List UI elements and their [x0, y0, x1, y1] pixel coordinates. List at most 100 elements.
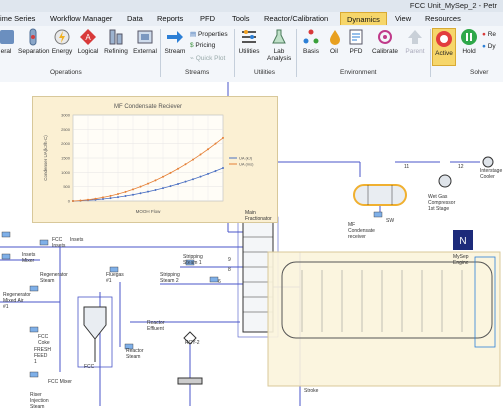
pricing-button[interactable]: $ Pricing	[190, 42, 215, 49]
data-point	[79, 199, 82, 202]
title-bar: FCC Unit_MySep_2 - Petr	[0, 0, 503, 12]
pfd-canvas[interactable]: N 0 500 1000 1500 2000 2500 3000 MF Condensate …	[0, 82, 503, 410]
data-point	[222, 167, 224, 170]
pfd-label-stripping-steam-2[interactable]: Stripping Steam 2	[160, 272, 180, 284]
general-icon	[0, 30, 14, 44]
data-point	[207, 148, 209, 151]
pfd-label-wet-gas-comp[interactable]: Wet Gas Compressor 1st Stage	[428, 194, 455, 212]
pfd-label-fcc-insets[interactable]: FCC Insets	[52, 237, 65, 249]
hold-icon	[461, 29, 477, 45]
legend-label: UA (ms)	[239, 162, 254, 167]
menu-view[interactable]: View	[395, 14, 411, 23]
pfd-label-s8[interactable]: 8	[228, 267, 231, 273]
calibrate-icon	[378, 30, 392, 44]
divider	[234, 29, 235, 77]
pfd-button[interactable]: PFD	[347, 28, 365, 55]
group-solver: Solver	[470, 69, 489, 76]
data-point	[169, 171, 172, 174]
reset-button[interactable]: ● Re	[482, 31, 496, 38]
utilities-button[interactable]: Utilities	[236, 28, 262, 55]
active-button[interactable]: Active	[432, 28, 456, 66]
data-point	[192, 178, 194, 181]
menu-pfd[interactable]: PFD	[200, 14, 215, 23]
y-tick-label: 2500	[61, 127, 71, 132]
dynamics-assistant-button[interactable]: ● Dy	[482, 43, 496, 50]
pfd-label-mf-condensate[interactable]: MF Condensate receiver	[348, 222, 375, 240]
menu-reactor[interactable]: Reactor/Calibration	[264, 14, 328, 23]
pfd-label-s11[interactable]: 11	[404, 164, 409, 170]
refining-button[interactable]: Refining	[103, 28, 129, 55]
lab-analysis-button[interactable]: Lab Analysis	[267, 28, 291, 62]
external-icon	[137, 30, 153, 44]
y-axis-label: Condenser UA(kJ/h·C)	[43, 135, 48, 181]
pfd-label-mysep-engine[interactable]: MySep Engine	[453, 254, 469, 266]
parent-button[interactable]: Parent	[404, 28, 426, 55]
pfd-label-main-fractionator[interactable]: Main Fractionator	[245, 210, 272, 222]
pfd-label-fcc-label[interactable]: FCC	[84, 364, 94, 370]
y-tick-label: 500	[63, 184, 70, 189]
oil-button[interactable]: Oil	[326, 28, 342, 55]
group-utilities: Utilities	[254, 69, 275, 76]
pfd-label-insets[interactable]: Insets	[70, 237, 83, 243]
pfd-label-reactor-effluent[interactable]: Reactor Effluent	[147, 320, 165, 332]
menu-tools[interactable]: Tools	[232, 14, 250, 23]
y-tick-label: 1000	[61, 170, 71, 175]
utilities-icon	[242, 30, 256, 43]
chart-panel[interactable]: 0 500 1000 1500 2000 2500 3000 MF Condensate Re…	[32, 96, 278, 223]
menu-reports[interactable]: Reports	[157, 14, 183, 23]
quick-plot-button[interactable]: ⌁ Quick Plot	[190, 54, 225, 62]
menu-dynamics[interactable]: Dynamics	[340, 12, 387, 25]
pfd-label-reactor-steam[interactable]: Reactor Steam	[126, 348, 144, 360]
data-point	[177, 167, 179, 170]
pfd-label-riser-injection[interactable]: Riser Injection Steam	[30, 392, 49, 410]
pfd-icon	[349, 29, 363, 45]
general-button[interactable]: eral	[0, 28, 14, 55]
pfd-label-interstage-cooler[interactable]: Interstage Cooler	[480, 168, 502, 180]
pfd-label-fcc-coke[interactable]: FCC Coke	[38, 334, 50, 346]
pfd-label-insets-mixer[interactable]: Insets Mixer	[22, 252, 35, 264]
pfd-label-regen-mixed-air[interactable]: Regenerator Mixed Air #1	[3, 292, 31, 310]
properties-button[interactable]: ▤ Properties	[190, 30, 228, 38]
pfd-label-fcc-mixer[interactable]: FCC Mixer	[48, 379, 72, 385]
menu-data[interactable]: Data	[127, 14, 143, 23]
flask-icon	[272, 29, 286, 44]
pfd-label-s9[interactable]: 9	[228, 257, 231, 263]
basis-button[interactable]: Basis	[301, 28, 321, 55]
data-point	[94, 197, 97, 200]
pfd-label-flue-gas[interactable]: Fluegas #1	[106, 272, 124, 284]
data-point	[184, 180, 187, 183]
pfd-label-s12[interactable]: 12	[458, 164, 464, 170]
external-button[interactable]: External	[132, 28, 158, 55]
pfd-label-s6[interactable]: 6	[218, 279, 221, 285]
pfd-label-sw[interactable]: SW	[386, 218, 394, 224]
refining-icon	[109, 29, 123, 45]
energy-button[interactable]: Energy	[51, 28, 73, 55]
logical-button[interactable]: A Logical	[76, 28, 100, 55]
pfd-label-stripping-steam-1[interactable]: Stripping Steam 1	[183, 254, 203, 266]
data-point	[109, 197, 112, 200]
interstage-cooler	[482, 156, 494, 168]
data-point	[132, 193, 134, 196]
menu-sim-series[interactable]: ime Series	[0, 14, 35, 23]
data-point	[214, 170, 217, 173]
hold-button[interactable]: Hold	[460, 28, 478, 55]
svg-text:N: N	[459, 236, 466, 247]
stream-arrow-icon	[167, 31, 183, 43]
data-point	[154, 179, 157, 182]
calibrate-button[interactable]: Calibrate	[370, 28, 400, 55]
data-point	[154, 188, 157, 191]
pfd-label-regen-steam[interactable]: Regenerator Steam	[40, 272, 68, 284]
pfd-label-stroke[interactable]: Stroke	[304, 388, 318, 394]
menu-workflow[interactable]: Workflow Manager	[50, 14, 112, 23]
data-point	[117, 196, 119, 199]
pfd-label-fresh-feed[interactable]: FRESH FEED 1	[34, 347, 51, 365]
separation-button[interactable]: Separation	[18, 28, 49, 55]
data-point	[109, 194, 112, 197]
separator-icon	[29, 28, 37, 46]
pfd-label-rcy-2[interactable]: RCY-2	[185, 340, 200, 346]
y-tick-label: 0	[68, 199, 71, 204]
logical-icon: A	[80, 29, 96, 45]
stream-button[interactable]: Stream	[163, 28, 187, 55]
legend-label: UA (kJ)	[239, 156, 253, 161]
menu-resources[interactable]: Resources	[425, 14, 461, 23]
